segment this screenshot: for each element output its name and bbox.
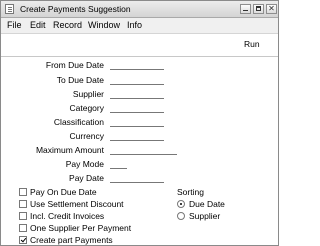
radio-button[interactable] xyxy=(177,212,185,220)
pay-date-label: Pay Date xyxy=(69,173,104,183)
category-label: Category xyxy=(69,103,105,113)
checkbox-label: Create part Payments xyxy=(30,235,113,245)
checkbox-box[interactable] xyxy=(19,188,27,196)
incl-credit-invoices-checkbox[interactable]: Incl. Credit Invoices xyxy=(19,211,104,221)
title-bar[interactable]: Create Payments Suggestion ✕ xyxy=(1,1,278,18)
run-button[interactable]: Run xyxy=(244,39,260,49)
sort-supplier-radio[interactable]: Supplier xyxy=(177,211,220,221)
radio-button-selected[interactable] xyxy=(177,200,185,208)
sorting-title: Sorting xyxy=(177,187,204,197)
classification-field[interactable] xyxy=(110,118,164,127)
pay-on-due-date-checkbox[interactable]: Pay On Due Date xyxy=(19,187,97,197)
currency-label: Currency xyxy=(69,131,104,141)
menu-bar: File Edit Record Window Info xyxy=(1,18,278,34)
checkbox-label: Incl. Credit Invoices xyxy=(30,211,105,221)
checkbox-label: Use Settlement Discount xyxy=(30,199,124,209)
checkbox-label: One Supplier Per Payment xyxy=(30,223,132,233)
sort-due-date-radio[interactable]: Due Date xyxy=(177,199,225,209)
pay-date-field[interactable] xyxy=(110,174,164,183)
menu-record[interactable]: Record xyxy=(53,20,82,30)
maximum-amount-field[interactable] xyxy=(110,146,177,155)
menu-info[interactable]: Info xyxy=(127,20,142,30)
menu-window[interactable]: Window xyxy=(88,20,120,30)
create-part-payments-checkbox[interactable]: Create part Payments xyxy=(19,235,113,245)
menu-file[interactable]: File xyxy=(7,20,22,30)
maximum-amount-label: Maximum Amount xyxy=(35,145,104,155)
menu-edit[interactable]: Edit xyxy=(30,20,46,30)
supplier-label: Supplier xyxy=(72,89,104,99)
supplier-field[interactable] xyxy=(110,90,164,99)
use-settlement-discount-checkbox[interactable]: Use Settlement Discount xyxy=(19,199,124,209)
checkbox-label: Pay On Due Date xyxy=(30,187,97,197)
one-supplier-per-payment-checkbox[interactable]: One Supplier Per Payment xyxy=(19,223,131,233)
document-icon xyxy=(5,4,14,14)
close-icon[interactable]: ✕ xyxy=(266,4,277,14)
to-due-date-label: To Due Date xyxy=(56,75,104,85)
radio-label: Supplier xyxy=(189,211,221,221)
checkbox-box[interactable] xyxy=(19,224,27,232)
maximize-icon[interactable] xyxy=(253,4,264,14)
checkbox-box-checked[interactable] xyxy=(19,236,27,244)
pay-mode-field[interactable] xyxy=(110,160,127,169)
checkbox-box[interactable] xyxy=(19,200,27,208)
checkbox-box[interactable] xyxy=(19,212,27,220)
to-due-date-field[interactable] xyxy=(110,76,164,85)
create-payments-suggestion-window: Create Payments Suggestion ✕ File Edit R… xyxy=(0,0,279,246)
from-due-date-label: From Due Date xyxy=(45,60,104,70)
radio-label: Due Date xyxy=(189,199,225,209)
button-bar: Run xyxy=(1,34,278,57)
currency-field[interactable] xyxy=(110,132,164,141)
classification-label: Classification xyxy=(53,117,104,127)
from-due-date-field[interactable] xyxy=(110,61,164,70)
pay-mode-label: Pay Mode xyxy=(65,159,104,169)
category-field[interactable] xyxy=(110,104,164,113)
window-title: Create Payments Suggestion xyxy=(20,4,131,14)
minimize-icon[interactable] xyxy=(240,4,251,14)
